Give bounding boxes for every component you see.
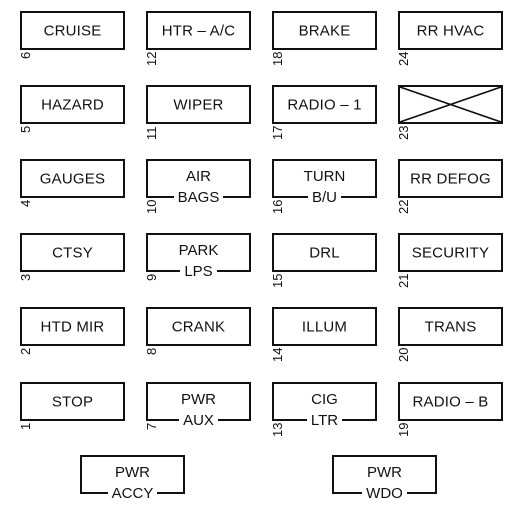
fuse-label-line2-wrap: AUX — [148, 412, 249, 430]
fuse-label-line2: BAGS — [173, 189, 224, 206]
fuse-label: RADIO – 1 — [287, 96, 362, 113]
fuse-number: 24 — [396, 51, 411, 66]
fuse-label: WIPER — [173, 96, 224, 113]
fuse-label-line1: TURN — [303, 168, 346, 185]
fuse-label: GAUGES — [39, 170, 106, 187]
fuse-label: DRL — [309, 244, 340, 261]
fuse-slot: RADIO – 1 — [272, 85, 377, 124]
fuse-number: 20 — [396, 347, 411, 362]
fuse-number: 10 — [144, 199, 159, 214]
fuse-label: HTD MIR — [40, 318, 105, 335]
fuse-slot: PARK LPS — [146, 233, 251, 280]
fuse-number: 15 — [270, 273, 285, 288]
fuse-number: 23 — [396, 125, 411, 140]
fuse-label: STOP — [51, 393, 94, 410]
fuse-slot: CRUISE — [20, 11, 125, 50]
fuse-label-line1: CIG — [311, 391, 338, 408]
fuse-label: RR HVAC — [416, 22, 485, 39]
fuse-slot: GAUGES — [20, 159, 125, 198]
fuse-label-line2: AUX — [179, 412, 218, 429]
fuse-slot: PWR WDO — [332, 455, 437, 502]
fuse-slot-empty — [398, 85, 503, 124]
fuse-slot: DRL — [272, 233, 377, 272]
fuse-label-line1: PWR — [181, 391, 216, 408]
fuse-number: 19 — [396, 422, 411, 437]
fuse-label-line2-wrap: LTR — [274, 412, 375, 430]
fuse-label-line1: PWR — [367, 464, 402, 481]
fuse-label: SECURITY — [411, 244, 490, 261]
fuse-number: 17 — [270, 125, 285, 140]
fuse-label: HTR – A/C — [161, 22, 236, 39]
fuse-label: TRANS — [424, 318, 477, 335]
fuse-slot: RR DEFOG — [398, 159, 503, 198]
fuse-slot: TRANS — [398, 307, 503, 346]
fuse-label-line2-wrap: WDO — [334, 485, 435, 503]
fuse-label-line2: LPS — [180, 263, 217, 280]
fuse-label-line2: ACCY — [107, 485, 158, 502]
fuse-label: RADIO – B — [412, 393, 489, 410]
fuse-slot: WIPER — [146, 85, 251, 124]
fuse-slot: CRANK — [146, 307, 251, 346]
fuse-label-line1: PWR — [115, 464, 150, 481]
fuse-slot: CIG LTR — [272, 382, 377, 429]
fuse-slot: RADIO – B — [398, 382, 503, 421]
empty-slot-x-icon — [400, 87, 501, 122]
fuse-block-diagram: CRUISE 6 HAZARD 5 GAUGES 4 CTSY 3 HTD MIR 2 STOP 1 H… — [0, 0, 528, 522]
fuse-slot: HTR – A/C — [146, 11, 251, 50]
fuse-label-line2: B/U — [307, 189, 341, 206]
fuse-number: 5 — [18, 125, 33, 133]
fuse-label: RR DEFOG — [410, 170, 491, 187]
fuse-number: 22 — [396, 199, 411, 214]
fuse-number: 16 — [270, 199, 285, 214]
fuse-slot: HAZARD — [20, 85, 125, 124]
fuse-label-line2-wrap: LPS — [148, 263, 249, 281]
fuse-label: HAZARD — [41, 96, 104, 113]
fuse-slot: SECURITY — [398, 233, 503, 272]
fuse-label-line1: PARK — [178, 242, 219, 259]
fuse-label: BRAKE — [298, 22, 351, 39]
fuse-number: 18 — [270, 51, 285, 66]
fuse-number: 3 — [18, 273, 33, 281]
fuse-number: 12 — [144, 51, 159, 66]
fuse-number: 2 — [18, 347, 33, 355]
fuse-slot: PWR ACCY — [80, 455, 185, 502]
fuse-number: 13 — [270, 422, 285, 437]
fuse-label: CTSY — [52, 244, 93, 261]
fuse-label-line2-wrap: ACCY — [82, 485, 183, 503]
fuse-slot: STOP — [20, 382, 125, 421]
fuse-label-line2-wrap: BAGS — [148, 189, 249, 207]
fuse-number: 11 — [144, 126, 159, 141]
fuse-label: CRUISE — [43, 22, 102, 39]
fuse-label-line2: WDO — [362, 485, 407, 502]
fuse-label-line2: LTR — [306, 412, 343, 429]
fuse-slot: CTSY — [20, 233, 125, 272]
fuse-slot: HTD MIR — [20, 307, 125, 346]
fuse-label-line2-wrap: B/U — [274, 189, 375, 207]
fuse-slot: PWR AUX — [146, 382, 251, 429]
fuse-number: 21 — [396, 273, 411, 288]
fuse-number: 1 — [18, 422, 33, 430]
fuse-slot: AIR BAGS — [146, 159, 251, 206]
fuse-number: 14 — [270, 347, 285, 362]
fuse-number: 6 — [18, 51, 33, 59]
fuse-number: 4 — [18, 199, 33, 207]
fuse-slot: TURN B/U — [272, 159, 377, 206]
fuse-number: 8 — [144, 347, 159, 355]
fuse-label-line1: AIR — [185, 168, 211, 185]
fuse-label: ILLUM — [301, 318, 348, 335]
fuse-slot: ILLUM — [272, 307, 377, 346]
fuse-slot: BRAKE — [272, 11, 377, 50]
fuse-label: CRANK — [171, 318, 226, 335]
fuse-slot: RR HVAC — [398, 11, 503, 50]
fuse-number: 7 — [144, 422, 159, 430]
fuse-number: 9 — [144, 273, 159, 281]
